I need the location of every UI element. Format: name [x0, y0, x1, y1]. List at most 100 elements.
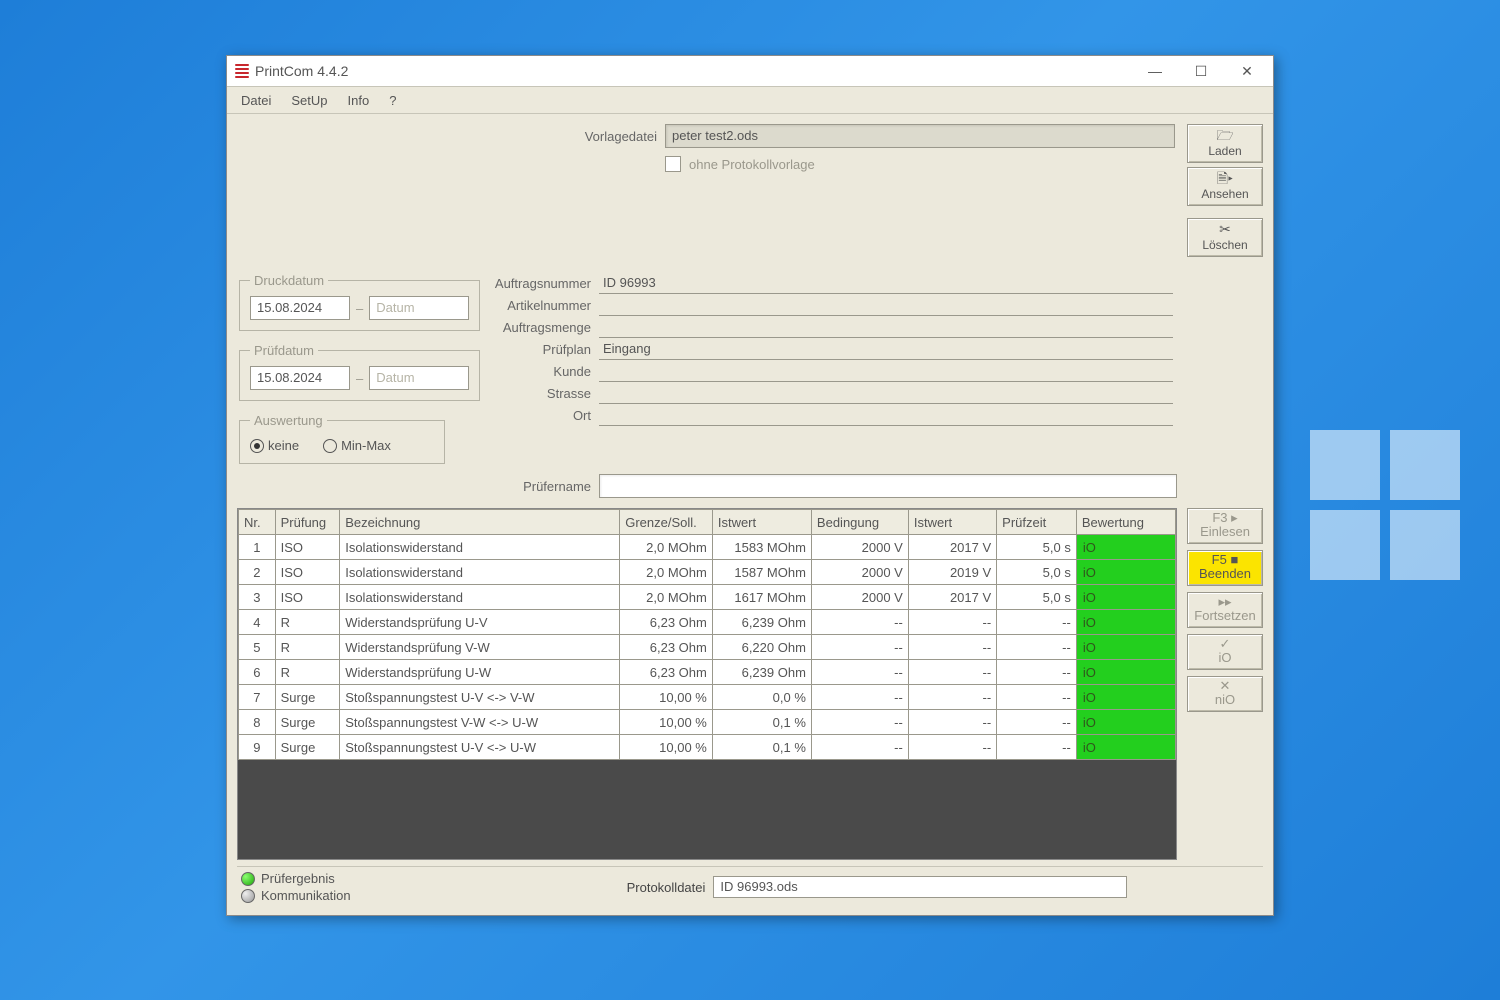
close-button[interactable]: ✕: [1225, 58, 1269, 84]
loeschen-button[interactable]: ✂ Löschen: [1187, 218, 1263, 257]
table-row[interactable]: 4RWiderstandsprüfung U-V6,23 Ohm6,239 Oh…: [239, 610, 1176, 635]
nio-button[interactable]: ✕ niO: [1187, 676, 1263, 712]
cell-bezeichnung: Isolationswiderstand: [340, 535, 620, 560]
ohne-protokoll-label: ohne Protokollvorlage: [689, 157, 815, 172]
io-button[interactable]: ✓ iO: [1187, 634, 1263, 670]
table-row[interactable]: 2ISOIsolationswiderstand2,0 MOhm1587 MOh…: [239, 560, 1176, 585]
ansehen-button[interactable]: 🗎▸ Ansehen: [1187, 167, 1263, 206]
cell-bewertung: iO: [1076, 635, 1175, 660]
maximize-button[interactable]: ☐: [1179, 58, 1223, 84]
cell-grenze: 6,23 Ohm: [620, 660, 713, 685]
cell-pruefzeit: 5,0 s: [997, 560, 1077, 585]
cell-bedingung: 2000 V: [811, 535, 908, 560]
cell-nr: 9: [239, 735, 276, 760]
cell-pruefzeit: 5,0 s: [997, 535, 1077, 560]
check-icon: ✓: [1220, 636, 1231, 651]
pruefername-field[interactable]: [599, 474, 1177, 498]
beenden-button[interactable]: F5 ■ Beenden: [1187, 550, 1263, 586]
cell-pruefzeit: --: [997, 710, 1077, 735]
cell-istwert2: --: [908, 710, 996, 735]
cell-bezeichnung: Isolationswiderstand: [340, 560, 620, 585]
cell-nr: 3: [239, 585, 276, 610]
cell-grenze: 6,23 Ohm: [620, 635, 713, 660]
f3-key-label: F3 ▸: [1212, 510, 1237, 525]
cell-nr: 1: [239, 535, 276, 560]
protokolldatei-field[interactable]: ID 96993.ods: [713, 876, 1127, 898]
hdr-grenze[interactable]: Grenze/Soll.: [620, 510, 713, 535]
auftragsnummer-field[interactable]: ID 96993: [599, 273, 1173, 294]
menu-info[interactable]: Info: [340, 91, 378, 110]
template-label: Vorlagedatei: [557, 129, 665, 144]
artikelnummer-field[interactable]: [599, 295, 1173, 316]
cell-bedingung: --: [811, 635, 908, 660]
cell-pruefung: Surge: [275, 685, 340, 710]
hdr-istwert2[interactable]: Istwert: [908, 510, 996, 535]
titlebar: PrintCom 4.4.2 — ☐ ✕: [227, 56, 1273, 87]
cell-bewertung: iO: [1076, 535, 1175, 560]
einlesen-button[interactable]: F3 ▸ Einlesen: [1187, 508, 1263, 544]
cell-nr: 5: [239, 635, 276, 660]
cell-istwert1: 0,0 %: [712, 685, 811, 710]
pruefdatum-to[interactable]: Datum: [369, 366, 469, 390]
druckdatum-to[interactable]: Datum: [369, 296, 469, 320]
table-row[interactable]: 3ISOIsolationswiderstand2,0 MOhm1617 MOh…: [239, 585, 1176, 610]
hdr-bedingung[interactable]: Bedingung: [811, 510, 908, 535]
cell-bewertung: iO: [1076, 585, 1175, 610]
cell-pruefung: R: [275, 660, 340, 685]
ohne-protokoll-checkbox[interactable]: [665, 156, 681, 172]
cell-pruefzeit: --: [997, 635, 1077, 660]
hdr-bezeichnung[interactable]: Bezeichnung: [340, 510, 620, 535]
cell-istwert1: 6,239 Ohm: [712, 610, 811, 635]
pruefergebnis-led: [241, 872, 255, 886]
radio-minmax[interactable]: [323, 439, 337, 453]
table-row[interactable]: 5RWiderstandsprüfung V-W6,23 Ohm6,220 Oh…: [239, 635, 1176, 660]
cell-pruefzeit: 5,0 s: [997, 585, 1077, 610]
cell-bezeichnung: Stoßspannungstest U-V <-> V-W: [340, 685, 620, 710]
auftragsmenge-field[interactable]: [599, 317, 1173, 338]
radio-keine[interactable]: [250, 439, 264, 453]
cell-grenze: 10,00 %: [620, 710, 713, 735]
hdr-pruefzeit[interactable]: Prüfzeit: [997, 510, 1077, 535]
cell-bezeichnung: Widerstandsprüfung U-W: [340, 660, 620, 685]
pruefplan-label: Prüfplan: [461, 339, 591, 361]
cell-bedingung: --: [811, 660, 908, 685]
cell-bedingung: --: [811, 685, 908, 710]
template-field[interactable]: peter test2.ods: [665, 124, 1175, 148]
cell-istwert1: 0,1 %: [712, 710, 811, 735]
hdr-nr[interactable]: Nr.: [239, 510, 276, 535]
menu-help[interactable]: ?: [381, 91, 404, 110]
cell-pruefung: R: [275, 635, 340, 660]
cell-bezeichnung: Stoßspannungstest U-V <-> U-W: [340, 735, 620, 760]
kunde-field[interactable]: [599, 361, 1173, 382]
table-row[interactable]: 8SurgeStoßspannungstest V-W <-> U-W10,00…: [239, 710, 1176, 735]
strasse-field[interactable]: [599, 383, 1173, 404]
menu-datei[interactable]: Datei: [233, 91, 279, 110]
cell-bezeichnung: Widerstandsprüfung V-W: [340, 635, 620, 660]
table-row[interactable]: 9SurgeStoßspannungstest U-V <-> U-W10,00…: [239, 735, 1176, 760]
hdr-pruefung[interactable]: Prüfung: [275, 510, 340, 535]
open-icon: 🗁: [1188, 127, 1262, 143]
delete-icon: ✂: [1188, 221, 1262, 237]
laden-button[interactable]: 🗁 Laden: [1187, 124, 1263, 163]
menubar: Datei SetUp Info ?: [227, 87, 1273, 114]
pruefdatum-from[interactable]: 15.08.2024: [250, 366, 350, 390]
cell-bewertung: iO: [1076, 685, 1175, 710]
auswertung-legend: Auswertung: [250, 413, 327, 428]
table-row[interactable]: 6RWiderstandsprüfung U-W6,23 Ohm6,239 Oh…: [239, 660, 1176, 685]
druckdatum-legend: Druckdatum: [250, 273, 328, 288]
pruefplan-field[interactable]: Eingang: [599, 339, 1173, 360]
cell-pruefung: ISO: [275, 560, 340, 585]
fortsetzen-button[interactable]: ▸▸ Fortsetzen: [1187, 592, 1263, 628]
hdr-istwert1[interactable]: Istwert: [712, 510, 811, 535]
table-row[interactable]: 1ISOIsolationswiderstand2,0 MOhm1583 MOh…: [239, 535, 1176, 560]
menu-setup[interactable]: SetUp: [283, 91, 335, 110]
cell-bewertung: iO: [1076, 735, 1175, 760]
ort-field[interactable]: [599, 405, 1173, 426]
results-table: Nr. Prüfung Bezeichnung Grenze/Soll. Ist…: [238, 509, 1176, 760]
cell-bedingung: --: [811, 610, 908, 635]
hdr-bewertung[interactable]: Bewertung: [1076, 510, 1175, 535]
table-row[interactable]: 7SurgeStoßspannungstest U-V <-> V-W10,00…: [239, 685, 1176, 710]
minimize-button[interactable]: —: [1133, 58, 1177, 84]
druckdatum-from[interactable]: 15.08.2024: [250, 296, 350, 320]
cell-bedingung: 2000 V: [811, 560, 908, 585]
